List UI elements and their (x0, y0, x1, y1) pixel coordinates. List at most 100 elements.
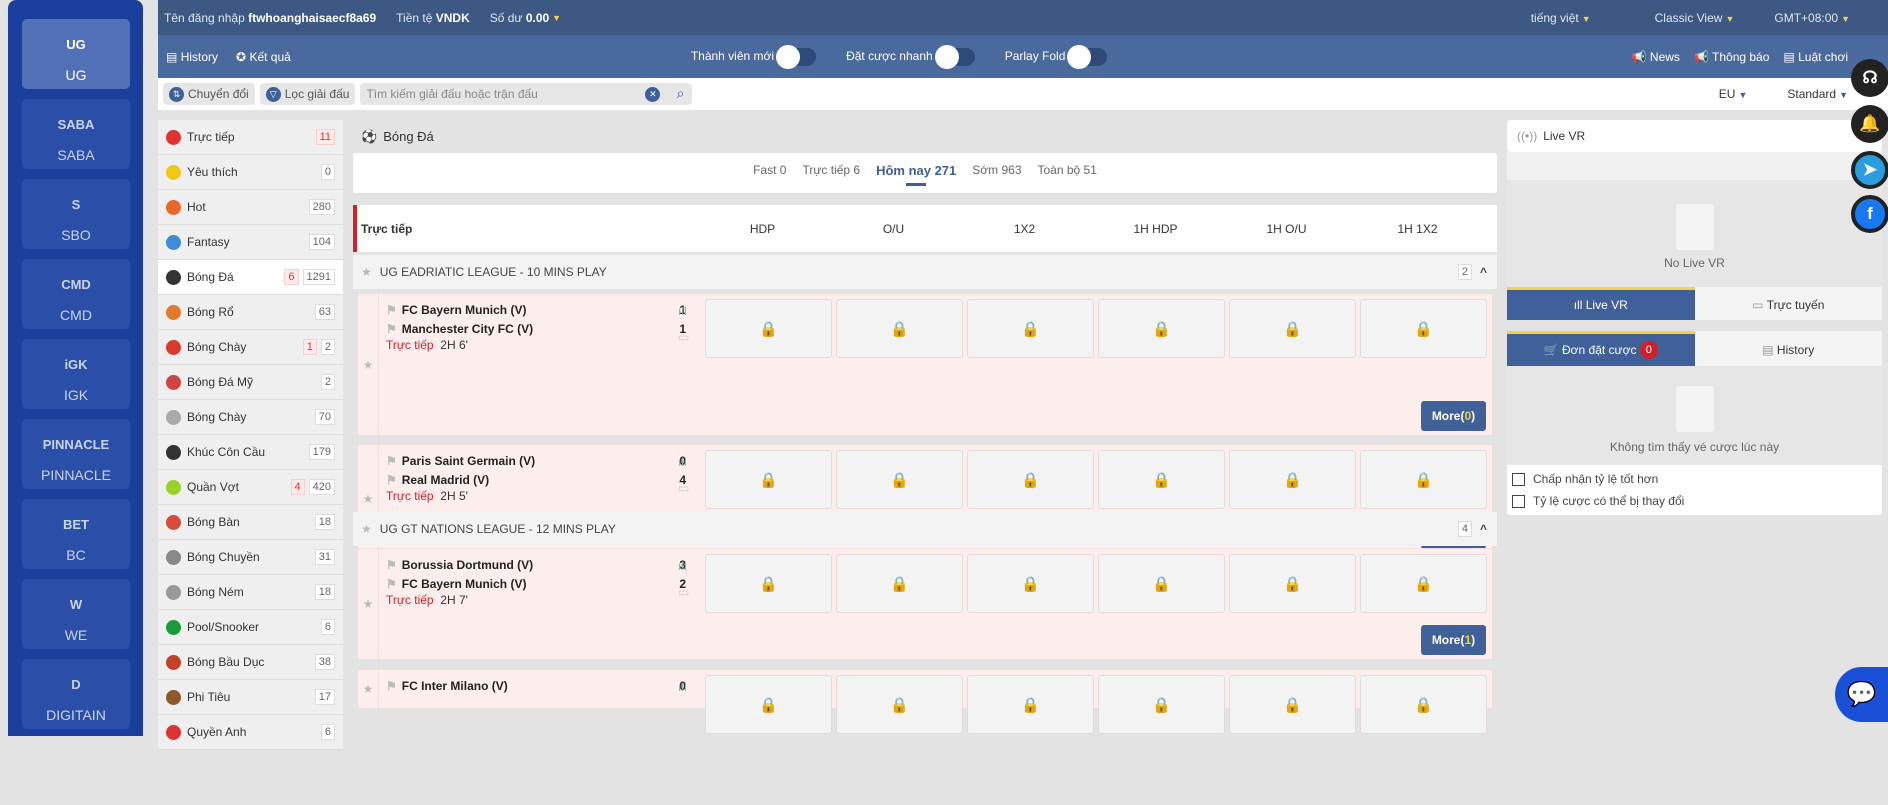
view-select[interactable]: Classic View ▼ (1655, 11, 1735, 25)
star-icon[interactable]: ★ (358, 294, 379, 435)
time-tabs: Fast 0 Trực tiếp 6 Hôm nay 271 Sớm 963 Toàn … (353, 153, 1497, 193)
sport-item[interactable]: Khúc Côn Cầu 179 (158, 435, 343, 470)
provider-igk[interactable]: iGK IGK (22, 339, 130, 409)
provider-we[interactable]: W WE (22, 579, 130, 649)
search-input[interactable]: Tìm kiếm giải đấu hoặc trận đấu ✕ ⌕ (360, 83, 693, 105)
headset-icon[interactable]: ☊ (1851, 59, 1888, 97)
odds-may-change-checkbox[interactable]: Tỷ lệ cược có thể bị thay đổi (1507, 490, 1882, 512)
sport-item[interactable]: Bóng Chày 1 2 (158, 330, 343, 365)
league-filter-button[interactable]: ▽ Lọc giải đấu (259, 83, 356, 105)
column-header: 1H 1X2 (1397, 221, 1438, 236)
tab-time-filter[interactable]: Toàn bộ 51 (1038, 163, 1097, 183)
sport-item[interactable]: Bóng Bàn 18 (158, 505, 343, 540)
tab-time-filter[interactable]: Trực tiếp 6 (802, 163, 860, 183)
lock-icon: 🔒 (1414, 471, 1433, 489)
video-icon[interactable]: ▭ (678, 585, 689, 599)
switch-button[interactable]: ⇅ Chuyển đổi (163, 83, 255, 105)
accept-better-odds-checkbox[interactable]: Chấp nhận tỷ lệ tốt hơn (1507, 468, 1882, 490)
telegram-icon[interactable]: ➤ (1851, 151, 1888, 189)
sport-item[interactable]: Quần Vợt 4 420 (158, 470, 343, 505)
video-icon[interactable]: ▭ (678, 481, 689, 495)
parlay-fold-toggle[interactable]: Parlay Fold (1005, 44, 1108, 69)
new-member-toggle[interactable]: Thành viên mới (691, 44, 817, 69)
display-select[interactable]: Standard ▼ (1787, 87, 1848, 101)
star-icon[interactable]: ★ (358, 670, 379, 708)
caret-down-icon[interactable]: ▼ (552, 13, 561, 23)
lock-icon: 🔒 (1021, 471, 1040, 489)
provider-pinnacle[interactable]: PINNACLE PINNACLE (22, 419, 130, 489)
match-time: 2H 5' (440, 489, 468, 503)
quick-bet-toggle[interactable]: Đặt cược nhanh (846, 44, 975, 69)
sport-item[interactable]: Bóng Chuyền 31 (158, 540, 343, 575)
sport-item[interactable]: Phi Tiêu 17 (158, 680, 343, 715)
video-icon[interactable]: ▭ (678, 330, 689, 344)
provider-bc[interactable]: BET BC (22, 499, 130, 569)
sport-name: Trực tiếp (187, 130, 235, 144)
sport-item[interactable]: Pool/Snooker 6 (158, 610, 343, 645)
lock-icon: 🔒 (759, 320, 778, 338)
timezone-select[interactable]: GMT+08:00 ▼ (1774, 11, 1850, 25)
sport-item[interactable]: Quyền Anh 6 (158, 715, 343, 750)
provider-label: IGK (63, 387, 89, 403)
sport-item[interactable]: Bóng Đá 6 1291 (158, 260, 343, 295)
more-button[interactable]: More(0) (1421, 401, 1486, 431)
provider-sbo[interactable]: S SBO (22, 179, 130, 249)
odds-cell-locked: 🔒 (836, 554, 963, 613)
sport-icon (166, 724, 181, 740)
provider-cmd[interactable]: CMD CMD (22, 259, 130, 329)
stats-icon[interactable]: ıll (678, 304, 687, 318)
provider-digitain[interactable]: D DIGITAIN (22, 659, 130, 729)
column-header: 1X2 (1013, 221, 1036, 236)
tab-time-filter[interactable]: Hôm nay 271 (876, 163, 956, 186)
sport-item[interactable]: Yêu thích 0 (158, 155, 343, 190)
history-button[interactable]: ▤ History (166, 50, 218, 64)
tab-time-filter[interactable]: Sớm 963 (972, 163, 1021, 183)
chevron-up-icon: ^ (1479, 265, 1487, 279)
lock-icon: 🔒 (1152, 471, 1171, 489)
language-select[interactable]: tiếng việt ▼ (1531, 11, 1591, 25)
tab-streaming[interactable]: ▭ Trực tuyến (1694, 287, 1882, 320)
balance[interactable]: 0.00 (526, 11, 549, 25)
facebook-icon[interactable]: f (1851, 195, 1888, 233)
sport-item[interactable]: Bóng Bầu Dục 38 (158, 645, 343, 680)
jersey-icon: ⚑ (386, 557, 397, 572)
more-button[interactable]: More(1) (1421, 625, 1486, 655)
star-icon: ★ (361, 265, 372, 279)
tab-history[interactable]: ▤ History (1694, 331, 1882, 366)
sport-item[interactable]: Bóng Rổ 63 (158, 295, 343, 330)
odds-cell-locked: 🔒 (1229, 554, 1356, 613)
news-button[interactable]: 📢 News (1632, 50, 1680, 64)
notice-button[interactable]: 📢 Thông báo (1694, 50, 1769, 64)
provider-logo: iGK (64, 356, 88, 372)
rules-button[interactable]: ▤ Luật chơi (1783, 50, 1848, 64)
clear-icon[interactable]: ✕ (645, 87, 661, 102)
sport-item[interactable]: Bóng Ném 18 (158, 575, 343, 610)
tab-bet-slip[interactable]: 🛒 Đơn đặt cược 0 (1507, 334, 1695, 366)
results-button[interactable]: ✪ Kết quả (236, 50, 291, 64)
tab-time-filter[interactable]: Fast 0 (753, 163, 786, 183)
odds-format-select[interactable]: EU ▼ (1719, 87, 1748, 101)
tab-live-vr[interactable]: ıll Live VR (1507, 290, 1695, 320)
lock-icon: 🔒 (1021, 696, 1040, 714)
star-icon[interactable]: ★ (358, 549, 379, 659)
provider-saba[interactable]: SABA SABA (22, 99, 130, 169)
sport-item[interactable]: Bóng Đá Mỹ 2 (158, 365, 343, 400)
stats-icon[interactable]: ıll (678, 559, 687, 573)
stats-icon[interactable]: ıll (678, 455, 687, 469)
away-team: Manchester City FC (V) (401, 321, 534, 336)
sport-item[interactable]: Trực tiếp 11 (158, 120, 343, 155)
league-header[interactable]: ★ UG EADRIATIC LEAGUE - 10 MINS PLAY 2 ^ (353, 255, 1497, 289)
video-icon: ▭ (1752, 298, 1764, 312)
stats-icon[interactable]: ıll (678, 680, 687, 694)
sport-item[interactable]: Fantasy 104 (158, 225, 343, 260)
search-icon[interactable]: ⌕ (677, 85, 685, 102)
sport-item[interactable]: Hot 280 (158, 190, 343, 225)
provider-ug[interactable]: UG UG (22, 19, 130, 89)
lock-icon: 🔒 (1152, 320, 1171, 338)
bell-icon[interactable]: 🔔 (1851, 105, 1888, 143)
lock-icon: 🔒 (759, 471, 778, 489)
sport-item[interactable]: Bóng Chày 70 (158, 400, 343, 435)
league-header[interactable]: ★ UG GT NATIONS LEAGUE - 12 MINS PLAY 4 ^ (353, 512, 1497, 546)
chat-icon[interactable]: 💬 (1835, 667, 1888, 722)
provider-logo: SABA (57, 116, 95, 132)
